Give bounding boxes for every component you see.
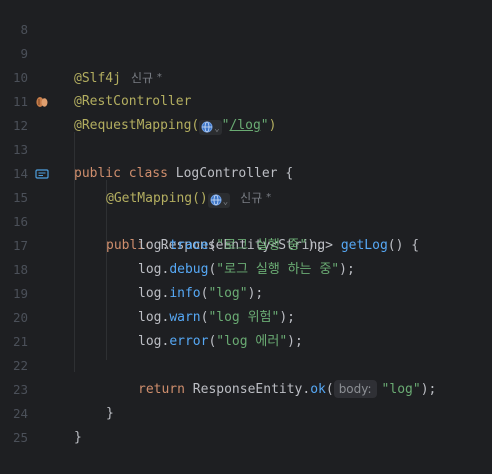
code-line: 14 @GetMapping() ⌄ 신규 * <box>0 138 492 208</box>
code-line: 15 public ResponseEntity<String> getLog(… <box>0 162 492 253</box>
code-line: 22 return ResponseEntity.ok(body: "log"); <box>0 330 492 398</box>
code-content[interactable]: } <box>74 426 82 450</box>
code-line: 16 log.trace("로그 실행 중"); <box>0 186 492 253</box>
code-line: 23 } <box>0 354 492 421</box>
code-editor[interactable]: 8 9 @Slf4j 신규 * 10 @RestController 11 @Re… <box>0 0 492 445</box>
code-line: 10 @RestController <box>0 42 492 109</box>
bean-icon[interactable] <box>35 95 49 109</box>
code-line: 9 @Slf4j 신규 * <box>0 18 492 86</box>
code-line: 25 <box>0 402 492 445</box>
endpoint-icon[interactable] <box>35 167 49 181</box>
code-line: 11 @RequestMapping(⌄ "/log") <box>0 66 492 135</box>
code-line: 19 log.warn("log 위험"); <box>0 258 492 325</box>
code-line: 21 <box>0 306 492 349</box>
line-number: 25 <box>12 430 28 445</box>
code-line: 18 log.info("log"); <box>0 234 492 301</box>
code-line: 13 <box>0 114 492 157</box>
brace: } <box>74 430 82 445</box>
code-line: 12 public class LogController { <box>0 90 492 181</box>
code-line: 8 <box>0 0 492 37</box>
code-line: 20 log.error("log 에러"); <box>0 282 492 349</box>
code-line: 24 } <box>0 378 492 445</box>
code-line: 17 log.debug("로그 실행 하는 중"); <box>0 210 492 277</box>
